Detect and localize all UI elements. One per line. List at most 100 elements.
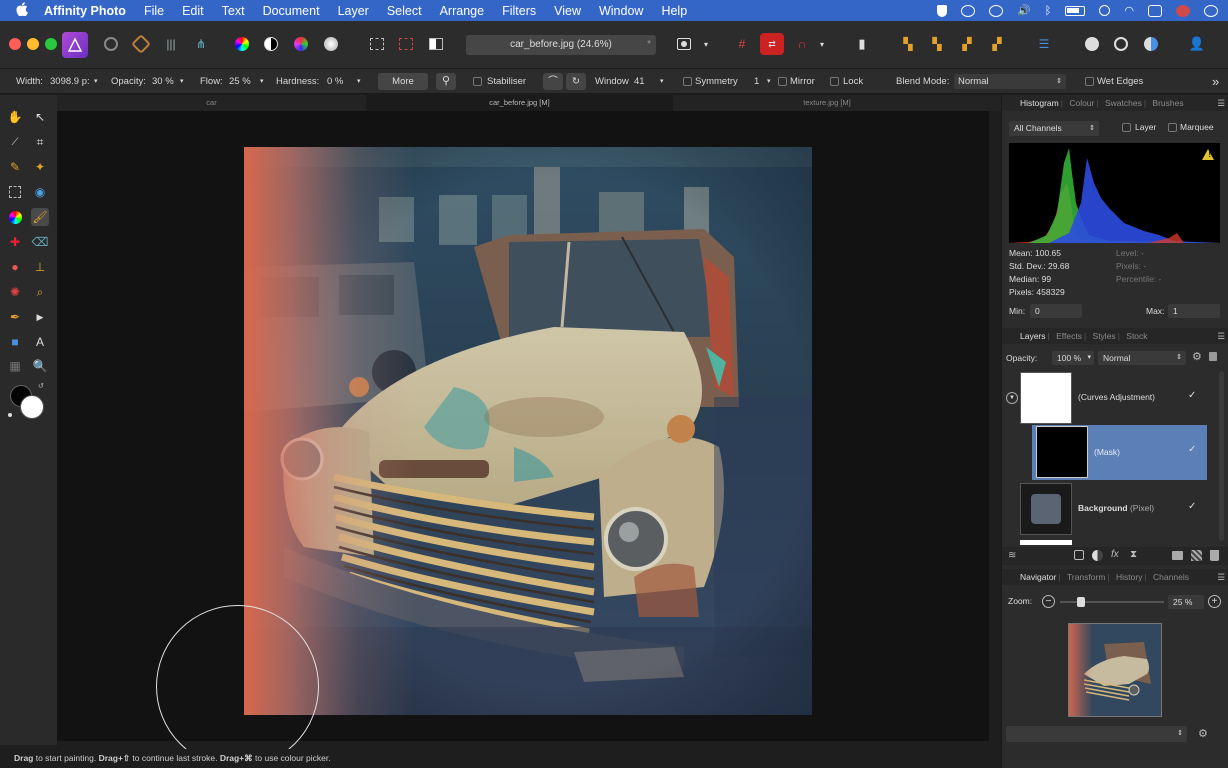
flood-fill-tool-icon[interactable]: ◉ bbox=[31, 183, 49, 201]
layer-row-background[interactable]: Background (Pixel) ✓ bbox=[1002, 482, 1218, 537]
develop-persona-icon[interactable] bbox=[130, 33, 152, 55]
menu-arrange[interactable]: Arrange bbox=[440, 4, 484, 18]
min-field[interactable]: 0 bbox=[1030, 304, 1082, 318]
tab-texture[interactable]: texture.jpg [M] bbox=[673, 95, 981, 111]
tab-layers[interactable]: Layers bbox=[1020, 331, 1046, 341]
expand-layer-icon[interactable]: ▼ bbox=[1006, 392, 1018, 404]
zoom-out-icon[interactable]: − bbox=[1042, 595, 1055, 608]
reset-colours-icon[interactable] bbox=[8, 413, 12, 417]
width-value[interactable]: 3098.9 p: bbox=[50, 69, 90, 94]
opacity-dropdown-icon[interactable]: ▾ bbox=[180, 69, 184, 94]
navigator-preview[interactable] bbox=[1068, 623, 1162, 717]
width-dropdown-icon[interactable]: ▾ bbox=[94, 69, 98, 94]
swap-colours-icon[interactable]: ↺ bbox=[38, 382, 44, 390]
control-center-icon[interactable] bbox=[1148, 4, 1162, 17]
erase-brush-tool-icon[interactable]: ⌫ bbox=[31, 233, 49, 251]
tab-channels[interactable]: Channels bbox=[1153, 572, 1189, 582]
boolean-intersect-icon[interactable] bbox=[1140, 33, 1162, 55]
blend-mode-select[interactable]: Normal ⇕ bbox=[954, 74, 1066, 89]
curves-visibility-check[interactable]: ✓ bbox=[1188, 390, 1196, 401]
layers-stack-icon[interactable]: ≋ bbox=[1008, 550, 1016, 561]
zoom-window-button[interactable] bbox=[45, 38, 57, 50]
zoom-field[interactable]: 25 % bbox=[1168, 595, 1204, 609]
colour-replacement-tool-icon[interactable] bbox=[6, 208, 24, 226]
lock-checkbox[interactable] bbox=[830, 77, 839, 86]
channels-select[interactable]: All Channels ⇕ bbox=[1009, 121, 1099, 136]
add-group-icon[interactable] bbox=[1172, 551, 1183, 560]
more-button[interactable]: More bbox=[378, 73, 428, 90]
colour-picker-tool-icon[interactable]: ⟋ bbox=[6, 133, 24, 151]
menu-view[interactable]: View bbox=[554, 4, 581, 18]
assistant-icon[interactable]: ▮ bbox=[851, 33, 873, 55]
close-window-button[interactable] bbox=[9, 38, 21, 50]
symmetry-checkbox[interactable] bbox=[683, 77, 692, 86]
bluetooth-icon[interactable]: ᛒ bbox=[1045, 5, 1052, 17]
tab-transform[interactable]: Transform bbox=[1067, 572, 1105, 582]
text-tool-icon[interactable]: A bbox=[31, 333, 49, 351]
tab-car[interactable]: car bbox=[57, 95, 366, 111]
navigator-saved-views-select[interactable]: ⇕ bbox=[1006, 726, 1187, 742]
move-tool-icon[interactable]: ↖ bbox=[31, 108, 49, 126]
marquee-tool-icon[interactable] bbox=[6, 183, 24, 201]
apple-icon[interactable] bbox=[14, 2, 30, 19]
marquee-selection-icon[interactable] bbox=[366, 33, 388, 55]
tab-navigator[interactable]: Navigator bbox=[1020, 572, 1056, 582]
menu-window[interactable]: Window bbox=[599, 4, 643, 18]
layer-settings-icon[interactable]: ⚙ bbox=[1192, 350, 1202, 363]
mask-visibility-check[interactable]: ✓ bbox=[1188, 444, 1196, 455]
boolean-add-icon[interactable] bbox=[1081, 33, 1103, 55]
colour-wheel-icon[interactable] bbox=[231, 33, 253, 55]
menu-file[interactable]: File bbox=[144, 4, 164, 18]
snapping-dropdown-icon[interactable]: ▾ bbox=[815, 33, 829, 55]
zoom-slider-knob[interactable] bbox=[1076, 597, 1085, 607]
healing-brush-tool-icon[interactable]: ✚ bbox=[6, 233, 24, 251]
battery-icon[interactable] bbox=[1065, 5, 1086, 16]
search-icon[interactable] bbox=[1099, 5, 1111, 16]
flow-dropdown-icon[interactable]: ▾ bbox=[260, 69, 264, 94]
menu-layer[interactable]: Layer bbox=[338, 4, 369, 18]
background-visibility-check[interactable]: ✓ bbox=[1188, 501, 1196, 512]
time-machine-icon[interactable] bbox=[989, 4, 1004, 17]
tab-effects[interactable]: Effects bbox=[1056, 331, 1082, 341]
menu-select[interactable]: Select bbox=[387, 4, 422, 18]
window-dropdown-icon[interactable]: ▾ bbox=[660, 69, 664, 94]
quick-mask-dropdown-icon[interactable]: ▾ bbox=[699, 33, 713, 55]
marquee-checkbox[interactable] bbox=[1168, 123, 1177, 132]
tab-swatches[interactable]: Swatches bbox=[1105, 98, 1142, 108]
stabiliser-checkbox[interactable] bbox=[473, 77, 482, 86]
layer-blend-select[interactable]: Normal ⇕ bbox=[1098, 351, 1186, 365]
pen-tool-icon[interactable]: ✒ bbox=[6, 308, 24, 326]
hardness-dropdown-icon[interactable]: ▾ bbox=[357, 69, 361, 94]
quick-mask-icon[interactable] bbox=[673, 33, 695, 55]
paint-brush-tool-icon[interactable]: 🖌 bbox=[31, 208, 49, 226]
mesh-warp-tool-icon[interactable]: ▦ bbox=[6, 357, 24, 375]
add-fx-icon[interactable]: fx bbox=[1111, 549, 1119, 560]
window-value[interactable]: 41 bbox=[634, 69, 645, 94]
layer-opacity-field[interactable]: 100 % ▾ bbox=[1052, 351, 1094, 365]
layers-scrollbar[interactable] bbox=[1219, 371, 1224, 541]
snapping-grid-icon[interactable]: # bbox=[731, 33, 753, 55]
menu-edit[interactable]: Edit bbox=[182, 4, 204, 18]
pressure-icon[interactable]: ⚲ bbox=[436, 73, 456, 90]
window-mode-icon[interactable]: ↻ bbox=[566, 73, 586, 90]
photo-persona-icon[interactable] bbox=[62, 32, 88, 58]
tone-mapping-persona-icon[interactable]: ||| bbox=[160, 33, 182, 55]
zoom-in-icon[interactable]: + bbox=[1208, 595, 1221, 608]
delete-layer-icon[interactable] bbox=[1210, 550, 1219, 561]
view-tool-icon[interactable]: ✋ bbox=[6, 108, 24, 126]
wifi-icon[interactable]: ◠ bbox=[1124, 4, 1134, 17]
snapping-magnet-icon[interactable]: ∩ bbox=[791, 33, 813, 55]
document-title-field[interactable]: car_before.jpg (24.6%) * bbox=[466, 35, 656, 55]
opacity-value[interactable]: 30 % bbox=[152, 69, 174, 94]
menu-filters[interactable]: Filters bbox=[502, 4, 536, 18]
symmetry-value[interactable]: 1 bbox=[754, 69, 759, 94]
zoom-tool-icon[interactable]: 🔍 bbox=[31, 357, 49, 375]
zoom-slider[interactable] bbox=[1060, 597, 1164, 607]
selection-brush-tool-icon[interactable]: ✎ bbox=[6, 158, 24, 176]
invert-selection-icon[interactable] bbox=[425, 33, 447, 55]
max-field[interactable]: 1 bbox=[1168, 304, 1220, 318]
export-persona-icon[interactable]: ⋔ bbox=[190, 33, 212, 55]
align-icon[interactable]: ☰ bbox=[1033, 33, 1055, 55]
activity-icon[interactable] bbox=[961, 4, 976, 17]
volume-icon[interactable]: 🔊 bbox=[1017, 4, 1031, 17]
